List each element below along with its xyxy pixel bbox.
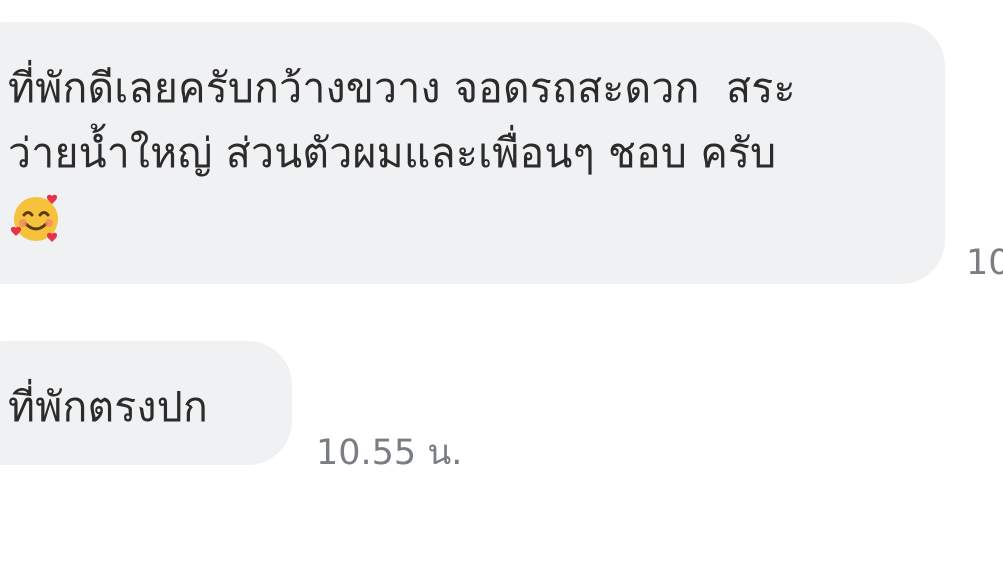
message-text-line: ว่ายน้ำใหญ่ ส่วนตัวผมและเพื่อนๆ ชอบ ครับ <box>8 129 777 177</box>
message-timestamp: 10.55 น. <box>316 433 463 473</box>
chat-thread: ที่พักดีเลยครับกว้างขวาง จอดรถสะดวก สระ … <box>0 0 1003 575</box>
message-timestamp: 10 <box>966 243 1003 283</box>
message-text-line: ที่พักตรงปก <box>8 383 208 431</box>
message-text-line: ที่พักดีเลยครับกว้างขวาง จอดรถสะดวก สระ <box>8 64 796 112</box>
message-bubble[interactable]: ที่พักดีเลยครับกว้างขวาง จอดรถสะดวก สระ … <box>0 22 945 284</box>
message-bubble[interactable]: ที่พักตรงปก <box>0 341 292 465</box>
smiling-face-with-hearts-icon <box>8 190 64 246</box>
